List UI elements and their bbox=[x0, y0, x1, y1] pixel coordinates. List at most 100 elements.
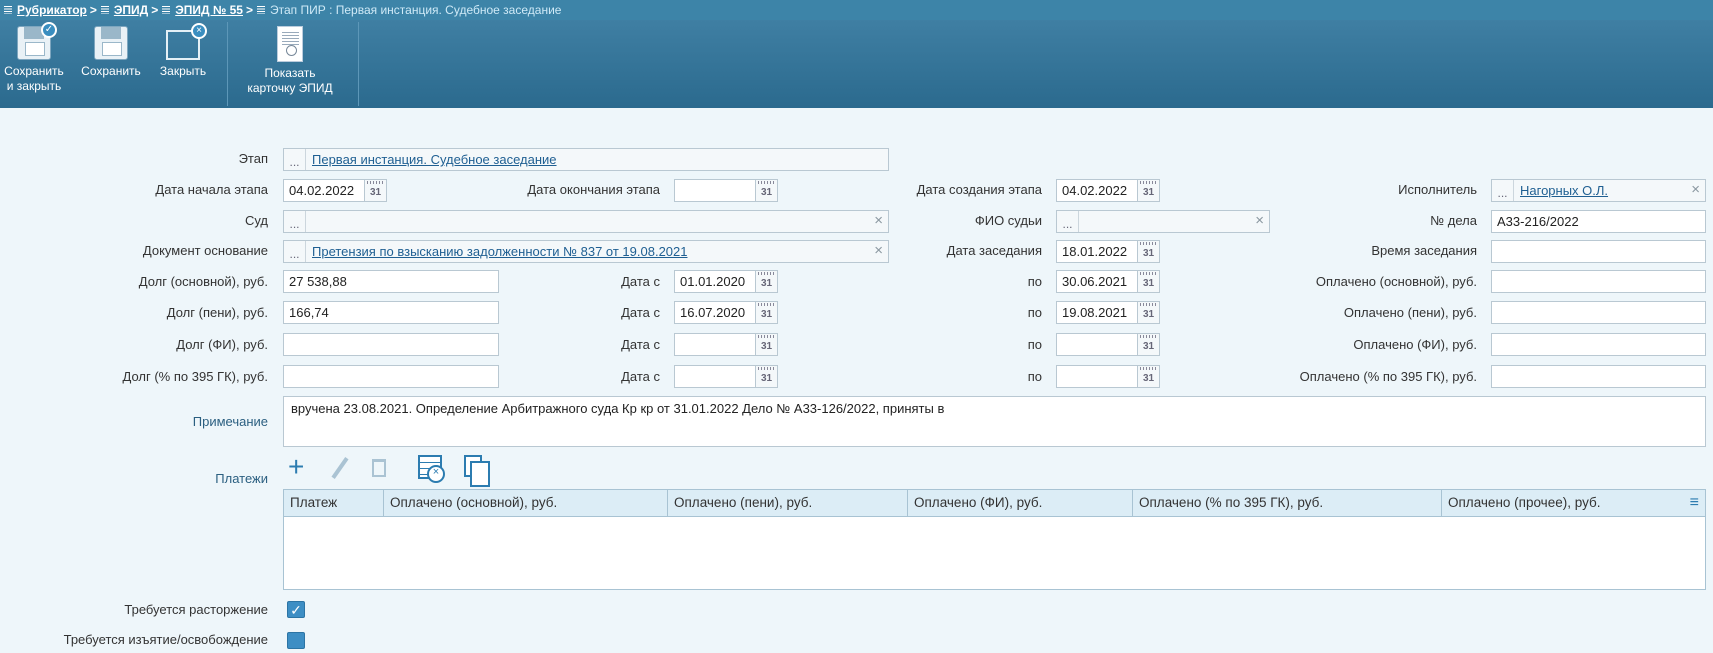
debt-main-to-picker[interactable]: 30.06.2021 31 bbox=[1056, 270, 1160, 293]
column-header[interactable]: Оплачено (ФИ), руб. bbox=[908, 490, 1133, 516]
calendar-icon[interactable]: 31 bbox=[756, 270, 778, 293]
breadcrumb: Рубрикатор > ЭПИД > ЭПИД № 55 > Этап ПИР… bbox=[0, 0, 1713, 20]
save-and-close-icon: ✓ bbox=[17, 22, 57, 60]
debt-fi-from-picker[interactable]: 31 bbox=[674, 333, 778, 356]
column-header[interactable]: Платеж bbox=[284, 490, 384, 516]
date-to-input[interactable]: 19.08.2021 bbox=[1056, 301, 1138, 324]
clear-icon[interactable]: × bbox=[1691, 181, 1700, 198]
debt-main-from-picker[interactable]: 01.01.2020 31 bbox=[674, 270, 778, 293]
end-date-input[interactable] bbox=[674, 179, 756, 202]
breadcrumb-item-epid[interactable]: ЭПИД > bbox=[100, 3, 162, 17]
court-field[interactable]: ... × bbox=[283, 210, 889, 233]
table-reset-icon bbox=[418, 455, 445, 483]
executor-field[interactable]: ... Нагорных О.Л. × bbox=[1491, 179, 1706, 202]
breadcrumb-item-rubricator[interactable]: Рубрикатор > bbox=[4, 3, 101, 17]
created-date-picker[interactable]: 04.02.2022 31 bbox=[1056, 179, 1160, 202]
calendar-icon[interactable]: 31 bbox=[756, 301, 778, 324]
document-icon bbox=[100, 5, 109, 15]
calendar-icon[interactable]: 31 bbox=[1138, 333, 1160, 356]
executor-value[interactable]: Нагорных О.Л. bbox=[1520, 183, 1608, 198]
session-date-picker[interactable]: 18.01.2022 31 bbox=[1056, 240, 1160, 263]
date-to-input[interactable] bbox=[1056, 333, 1138, 356]
basis-document-label: Документ основание bbox=[142, 243, 268, 258]
date-from-label: Дата с bbox=[621, 274, 660, 289]
date-from-input[interactable]: 01.01.2020 bbox=[674, 270, 756, 293]
close-label: Закрыть bbox=[159, 64, 207, 78]
note-textarea[interactable]: вручена 23.08.2021. Определение Арбитраж… bbox=[283, 396, 1706, 447]
termination-checkbox[interactable]: ✓ bbox=[287, 601, 305, 618]
debt-395-label: Долг (% по 395 ГК), руб. bbox=[122, 369, 268, 384]
edit-payment-button[interactable] bbox=[326, 453, 354, 483]
basis-document-value[interactable]: Претензия по взысканию задолженности № 8… bbox=[312, 244, 688, 259]
start-date-input[interactable]: 04.02.2022 bbox=[283, 179, 365, 202]
close-window-icon: × bbox=[166, 23, 207, 60]
paid-395-input[interactable] bbox=[1491, 365, 1706, 388]
delete-payment-button[interactable] bbox=[366, 453, 394, 483]
debt-penalty-from-picker[interactable]: 16.07.2020 31 bbox=[674, 301, 778, 324]
plus-icon: + bbox=[288, 451, 305, 482]
created-date-input[interactable]: 04.02.2022 bbox=[1056, 179, 1138, 202]
seizure-checkbox[interactable] bbox=[287, 632, 305, 649]
save-label: Сохранить bbox=[81, 64, 141, 78]
calendar-icon[interactable]: 31 bbox=[1138, 365, 1160, 388]
date-from-input[interactable] bbox=[674, 365, 756, 388]
session-date-input[interactable]: 18.01.2022 bbox=[1056, 240, 1138, 263]
save-button[interactable]: Сохранить bbox=[80, 24, 142, 79]
stage-field[interactable]: ... Первая инстанция. Судебное заседание bbox=[283, 148, 889, 171]
debt-fi-to-picker[interactable]: 31 bbox=[1056, 333, 1160, 356]
date-to-input[interactable] bbox=[1056, 365, 1138, 388]
date-to-label: по bbox=[1027, 369, 1042, 384]
calendar-icon[interactable]: 31 bbox=[1138, 240, 1160, 263]
case-number-input[interactable]: А33-216/2022 bbox=[1491, 210, 1706, 233]
calendar-icon[interactable]: 31 bbox=[1138, 301, 1160, 324]
calendar-icon[interactable]: 31 bbox=[756, 333, 778, 356]
judge-field[interactable]: ... × bbox=[1056, 210, 1270, 233]
debt-penalty-input[interactable]: 166,74 bbox=[283, 301, 499, 324]
breadcrumb-link[interactable]: ЭПИД bbox=[114, 3, 148, 17]
date-from-input[interactable] bbox=[674, 333, 756, 356]
paid-main-label: Оплачено (основной), руб. bbox=[1315, 274, 1477, 289]
column-header[interactable]: Оплачено (% по 395 ГК), руб. bbox=[1133, 490, 1442, 516]
add-payment-button[interactable]: + bbox=[288, 453, 316, 483]
end-date-picker[interactable]: 31 bbox=[674, 179, 778, 202]
copy-payment-button[interactable] bbox=[460, 453, 490, 487]
column-menu-icon[interactable]: ≡ bbox=[1690, 494, 1699, 512]
paid-fi-input[interactable] bbox=[1491, 333, 1706, 356]
breadcrumb-current-label: Этап ПИР : Первая инстанция. Судебное за… bbox=[269, 3, 562, 17]
date-from-input[interactable]: 16.07.2020 bbox=[674, 301, 756, 324]
lookup-dots-icon: ... bbox=[1492, 180, 1514, 201]
debt-fi-input[interactable] bbox=[283, 333, 499, 356]
column-header[interactable]: Оплачено (основной), руб. bbox=[384, 490, 668, 516]
calendar-icon[interactable]: 31 bbox=[756, 365, 778, 388]
basis-document-field[interactable]: ... Претензия по взысканию задолженности… bbox=[283, 240, 889, 263]
start-date-picker[interactable]: 04.02.2022 31 bbox=[283, 179, 387, 202]
column-header[interactable]: Оплачено (пени), руб. bbox=[668, 490, 908, 516]
show-epid-card-button[interactable]: Показать карточку ЭПИД bbox=[244, 24, 336, 96]
debt-penalty-to-picker[interactable]: 19.08.2021 31 bbox=[1056, 301, 1160, 324]
note-label: Примечание bbox=[192, 414, 268, 429]
debt-395-to-picker[interactable]: 31 bbox=[1056, 365, 1160, 388]
date-to-input[interactable]: 30.06.2021 bbox=[1056, 270, 1138, 293]
breadcrumb-link[interactable]: Рубрикатор bbox=[17, 3, 87, 17]
calendar-icon[interactable]: 31 bbox=[365, 179, 387, 202]
date-from-label: Дата с bbox=[621, 337, 660, 352]
breadcrumb-link[interactable]: ЭПИД № 55 bbox=[175, 3, 243, 17]
calendar-icon[interactable]: 31 bbox=[1138, 270, 1160, 293]
lookup-dots-icon: ... bbox=[284, 149, 306, 170]
stage-value[interactable]: Первая инстанция. Судебное заседание bbox=[312, 152, 557, 167]
debt-395-input[interactable] bbox=[283, 365, 499, 388]
debt-395-from-picker[interactable]: 31 bbox=[674, 365, 778, 388]
calendar-icon[interactable]: 31 bbox=[1138, 179, 1160, 202]
session-time-input[interactable] bbox=[1491, 240, 1706, 263]
save-and-close-button[interactable]: ✓ Сохранить и закрыть bbox=[4, 22, 64, 94]
breadcrumb-item-epid-55[interactable]: ЭПИД № 55 > bbox=[162, 3, 257, 17]
calendar-icon[interactable]: 31 bbox=[756, 179, 778, 202]
table-settings-button[interactable] bbox=[418, 453, 446, 483]
toolbar-divider bbox=[227, 22, 228, 106]
paid-main-input[interactable] bbox=[1491, 270, 1706, 293]
close-button[interactable]: × Закрыть bbox=[157, 23, 209, 79]
paid-penalty-input[interactable] bbox=[1491, 301, 1706, 324]
debt-main-input[interactable]: 27 538,88 bbox=[283, 270, 499, 293]
list-icon bbox=[4, 5, 12, 15]
column-header[interactable]: Оплачено (прочее), руб. bbox=[1442, 490, 1705, 516]
